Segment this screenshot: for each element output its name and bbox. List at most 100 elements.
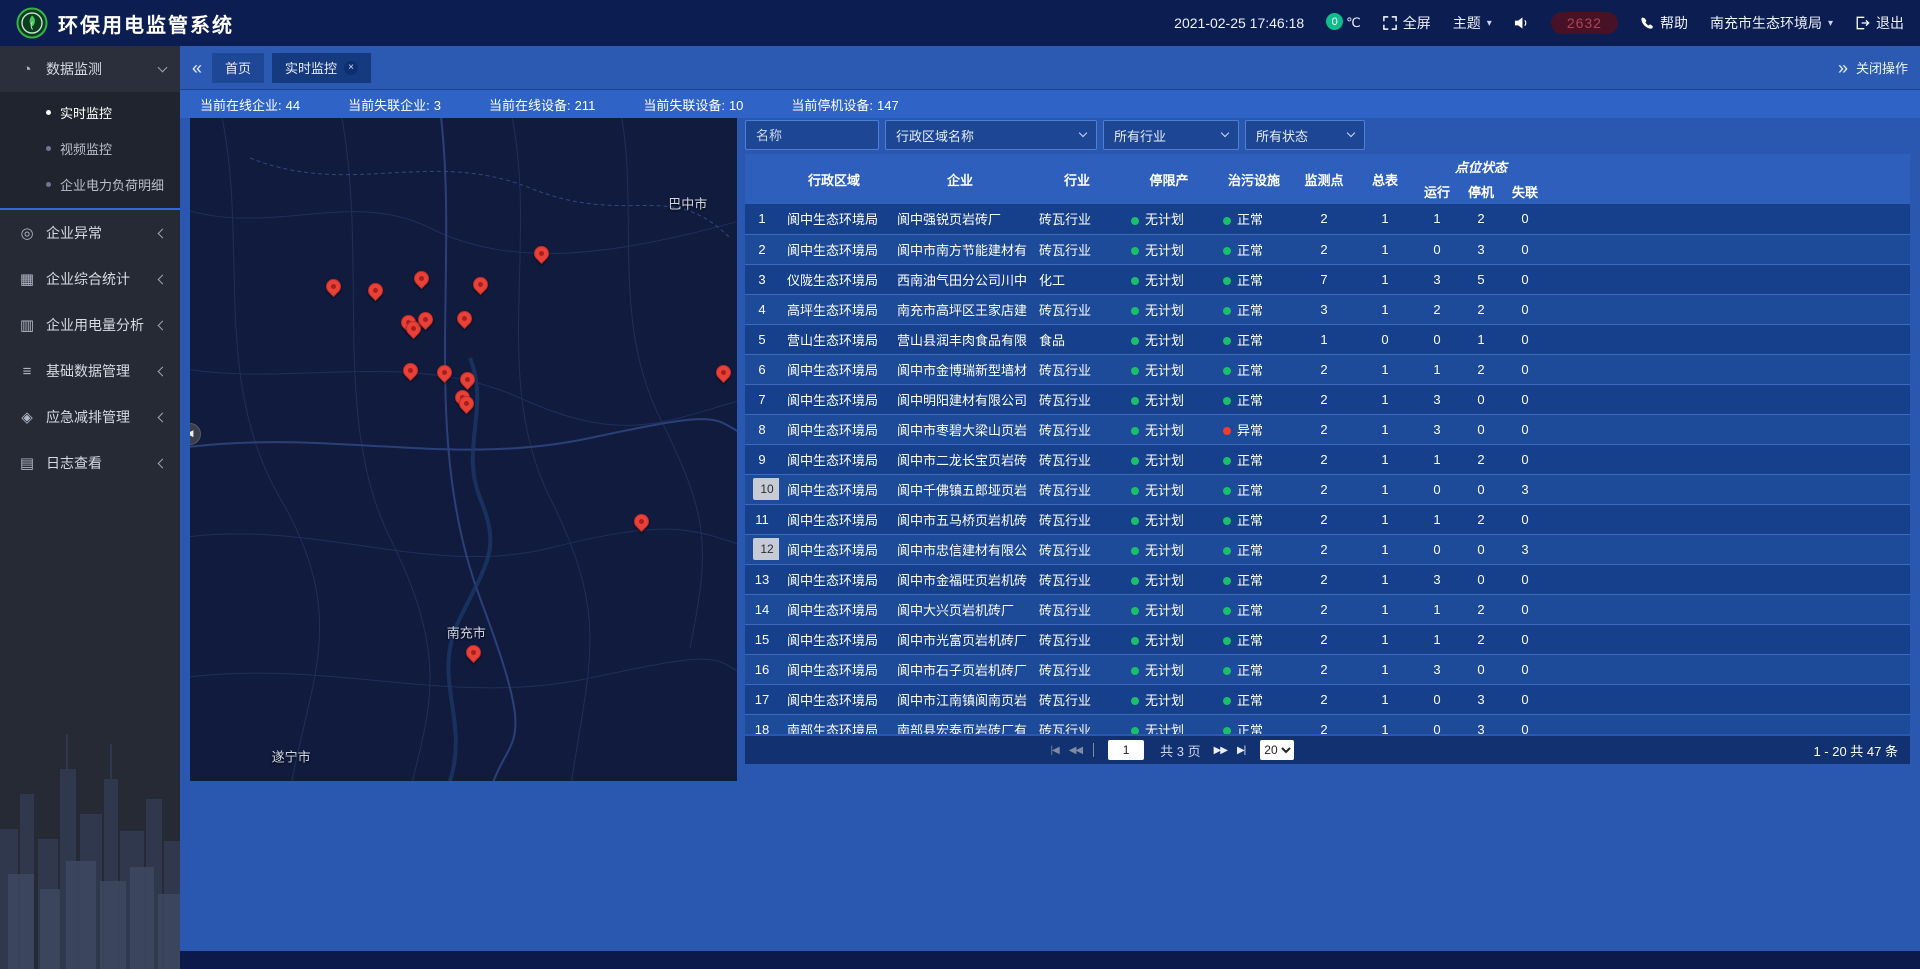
sidebar-item[interactable]: ◈应急减排管理	[0, 394, 180, 440]
column-header-region: 行政区域	[779, 154, 889, 204]
map-pin[interactable]	[470, 274, 491, 295]
next-page-button[interactable]: ▶▶	[1214, 745, 1227, 756]
map-pin[interactable]	[400, 360, 421, 381]
region-filter-select[interactable]: 行政区域名称	[885, 120, 1097, 150]
temperature-badge: 0	[1326, 13, 1343, 30]
organization-dropdown[interactable]: 南充市生态环境局 ▾	[1710, 13, 1833, 33]
page-size-select[interactable]: 20	[1260, 740, 1294, 760]
map-pin[interactable]	[411, 268, 432, 289]
table-row[interactable]: 13阆中生态环境局阆中市金福旺页岩机砖砖瓦行业无计划正常21300	[745, 564, 1910, 594]
map-pin[interactable]	[365, 280, 386, 301]
cell-production-limit: 无计划	[1123, 234, 1215, 264]
sidebar-item[interactable]: ◔数据监测	[0, 46, 180, 92]
status-dot-icon	[1131, 667, 1139, 675]
status-dot-icon	[1223, 577, 1231, 585]
map-pin[interactable]	[457, 368, 478, 389]
fullscreen-button[interactable]: 全屏	[1383, 13, 1431, 33]
status-dot-icon	[1131, 697, 1139, 705]
table-row[interactable]: 6阆中生态环境局阆中市金博瑞新型墙材砖瓦行业无计划正常21120	[745, 354, 1910, 384]
name-filter-input[interactable]	[745, 120, 879, 150]
sidebar-group: ▤日志查看	[0, 440, 180, 486]
cell-filler	[1547, 294, 1910, 324]
column-header-industry: 行业	[1031, 154, 1123, 204]
cell-stopped: 3	[1459, 684, 1503, 714]
last-page-button[interactable]: ▶|	[1237, 745, 1245, 756]
table-row[interactable]: 9阆中生态环境局阆中市二龙长宝页岩砖砖瓦行业无计划正常21120	[745, 444, 1910, 474]
map-canvas[interactable]: 巴中市南充市遂宁市 ◀	[190, 118, 737, 781]
sidebar-subitem[interactable]: 实时监控	[0, 94, 180, 130]
table-row[interactable]: 8阆中生态环境局阆中市枣碧大梁山页岩砖瓦行业无计划异常21300	[745, 414, 1910, 444]
alarm-count-badge[interactable]: 2632	[1551, 12, 1618, 34]
table-row[interactable]: 17阆中生态环境局阆中市江南镇阆南页岩砖瓦行业无计划正常21030	[745, 684, 1910, 714]
status-filter-select[interactable]: 所有状态	[1245, 120, 1365, 150]
sidebar-subitem[interactable]: 企业电力负荷明细	[0, 166, 180, 202]
cell-filler	[1547, 354, 1910, 384]
fullscreen-icon	[1383, 16, 1397, 30]
industry-filter-select[interactable]: 所有行业	[1103, 120, 1239, 150]
sidebar-subitem[interactable]: 视频监控	[0, 130, 180, 166]
table-row[interactable]: 16阆中生态环境局阆中市石子页岩机砖厂砖瓦行业无计划正常21300	[745, 654, 1910, 684]
table-row[interactable]: 12阆中生态环境局阆中市忠信建材有限公砖瓦行业无计划正常21003	[745, 534, 1910, 564]
sidebar-item[interactable]: ▤日志查看	[0, 440, 180, 486]
table-row[interactable]: 15阆中生态环境局阆中市光富页岩机砖厂砖瓦行业无计划正常21120	[745, 624, 1910, 654]
first-page-button[interactable]: |◀	[1050, 745, 1058, 756]
table-row[interactable]: 5营山生态环境局营山县润丰肉食品有限食品无计划正常10010	[745, 324, 1910, 354]
tab-close-icon[interactable]: ×	[344, 61, 358, 75]
cell-treatment-facility: 正常	[1215, 354, 1293, 384]
page-number-input[interactable]	[1108, 740, 1144, 760]
sidebar: ◔数据监测实时监控视频监控企业电力负荷明细 ◎企业异常▦企业综合统计▥企业用电量分…	[0, 46, 180, 969]
cell-industry: 砖瓦行业	[1031, 504, 1123, 534]
tab-label: 实时监控	[285, 58, 337, 77]
table-row[interactable]: 18南部生态环境局南部县宏泰页岩砖厂有砖瓦行业无计划正常21030	[745, 714, 1910, 734]
sidebar-item-label: 日志查看	[46, 453, 159, 473]
cell-production-limit: 无计划	[1123, 264, 1215, 294]
map-pin[interactable]	[454, 308, 475, 329]
logout-button[interactable]: 退出	[1855, 13, 1904, 33]
theme-dropdown[interactable]: 主题 ▾	[1453, 13, 1492, 33]
bottom-spacer	[180, 951, 1920, 969]
map-pin[interactable]	[434, 362, 455, 383]
scroll-tabs-right-button[interactable]: »	[1838, 59, 1848, 77]
map-pin[interactable]	[463, 642, 484, 663]
sidebar-item[interactable]: ≡基础数据管理	[0, 348, 180, 394]
cell-running: 1	[1415, 594, 1459, 624]
map-pin[interactable]	[713, 362, 734, 383]
table-row[interactable]: 1阆中生态环境局阆中强锐页岩砖厂砖瓦行业无计划正常21120	[745, 204, 1910, 234]
table-row[interactable]: 2阆中生态环境局阆中市南方节能建材有砖瓦行业无计划正常21030	[745, 234, 1910, 264]
column-header-monitor-points: 监测点	[1293, 154, 1355, 204]
map-pin[interactable]	[631, 511, 652, 532]
cell-filler	[1547, 474, 1910, 504]
sidebar-item[interactable]: ▥企业用电量分析	[0, 302, 180, 348]
prev-page-button[interactable]: ◀◀	[1069, 745, 1082, 756]
close-operations-button[interactable]: 关闭操作	[1856, 58, 1908, 77]
cell-offline: 0	[1503, 384, 1547, 414]
tab-实时监控[interactable]: 实时监控 ×	[272, 53, 371, 83]
cell-running: 0	[1415, 714, 1459, 734]
cell-offline: 0	[1503, 654, 1547, 684]
tab-首页[interactable]: 首页	[212, 53, 264, 83]
status-dot-icon	[1223, 517, 1231, 525]
scroll-tabs-left-button[interactable]: «	[192, 59, 202, 77]
main-area: « 首页实时监控× » 关闭操作 当前在线企业:44当前失联企业:3当前在线设备…	[180, 46, 1920, 969]
phone-icon	[1640, 16, 1654, 30]
table-row[interactable]: 14阆中生态环境局阆中大兴页岩机砖厂砖瓦行业无计划正常21120	[745, 594, 1910, 624]
map-pin[interactable]	[531, 242, 552, 263]
status-dot-icon	[1131, 307, 1139, 315]
sidebar-item[interactable]: ◎企业异常	[0, 210, 180, 256]
table-row[interactable]: 3仪陇生态环境局西南油气田分公司川中化工无计划正常71350	[745, 264, 1910, 294]
table-row[interactable]: 11阆中生态环境局阆中市五马桥页岩机砖砖瓦行业无计划正常21120	[745, 504, 1910, 534]
help-button[interactable]: 帮助	[1640, 13, 1688, 33]
table-row[interactable]: 7阆中生态环境局阆中明阳建材有限公司砖瓦行业无计划正常21300	[745, 384, 1910, 414]
table-row[interactable]: 10阆中生态环境局阆中千佛镇五郎垭页岩砖瓦行业无计划正常21003	[745, 474, 1910, 504]
cell-production-limit: 无计划	[1123, 354, 1215, 384]
cell-stopped: 0	[1459, 534, 1503, 564]
table-row[interactable]: 4高坪生态环境局南充市高坪区王家店建砖瓦行业无计划正常31220	[745, 294, 1910, 324]
sidebar-item[interactable]: ▦企业综合统计	[0, 256, 180, 302]
cell-monitor-points: 2	[1293, 354, 1355, 384]
cell-total-meter: 1	[1355, 414, 1415, 444]
status-dot-icon	[1223, 457, 1231, 465]
map-pin[interactable]	[323, 276, 344, 297]
alarm-sound-button[interactable]	[1514, 16, 1529, 30]
status-dot-icon	[1131, 427, 1139, 435]
cell-company: 阆中千佛镇五郎垭页岩	[889, 474, 1031, 504]
